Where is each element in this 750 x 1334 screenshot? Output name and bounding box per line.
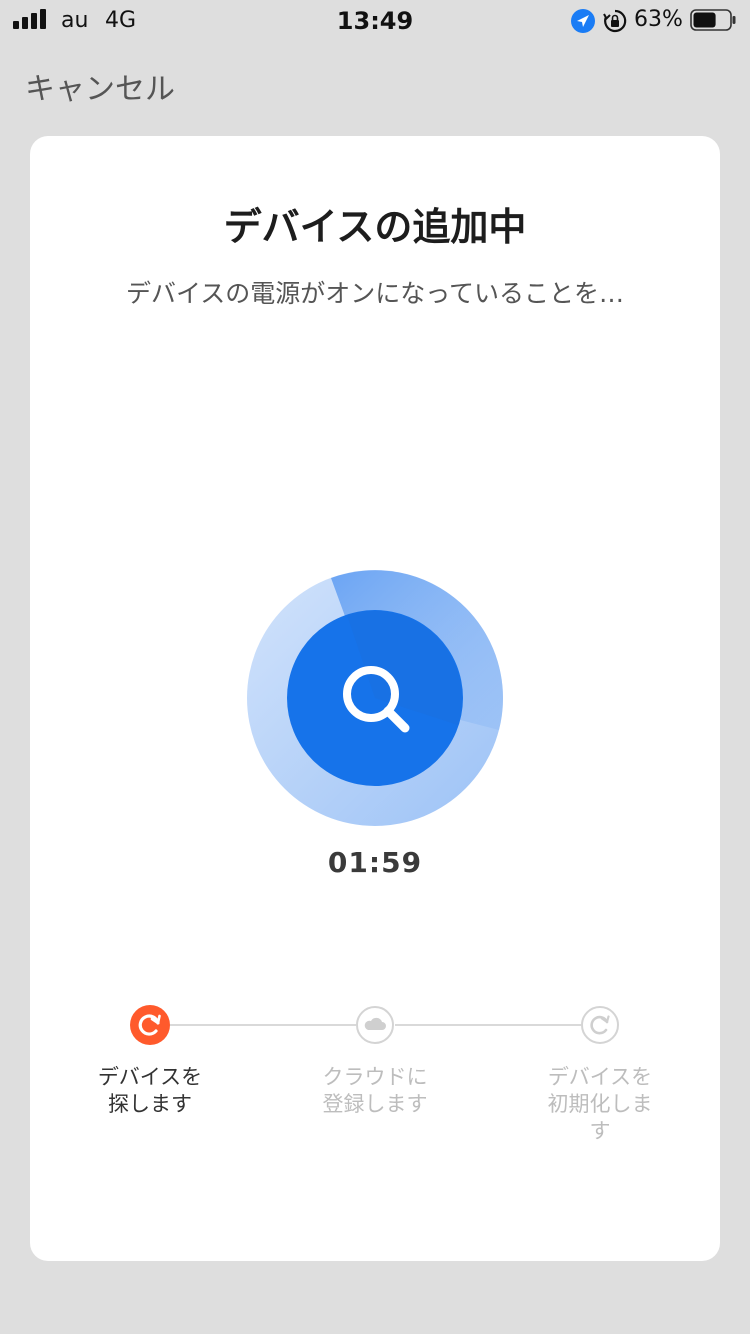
- status-bar: au 4G 13:49 63%: [0, 0, 750, 40]
- page-title: デバイスの追加中: [223, 205, 527, 249]
- cloud-icon: [356, 1006, 394, 1044]
- rotation-lock-icon: [603, 9, 627, 33]
- page-subtitle: デバイスの電源がオンになっていることを…: [125, 279, 624, 308]
- add-device-card: デバイスの追加中 デバイスの電源がオンになっていることを… 01:59 デバイス…: [30, 136, 720, 1261]
- countdown-timer: 01:59: [327, 846, 423, 879]
- progress-connector: [170, 1024, 356, 1026]
- location-arrow-icon: [571, 9, 595, 33]
- reset-icon: [581, 1006, 619, 1044]
- search-radar: [247, 570, 503, 826]
- step-label-reset: デバイスを 初期化しま す: [547, 1065, 653, 1143]
- step-label-search: デバイスを 探します: [97, 1065, 203, 1116]
- battery-icon: [690, 9, 736, 31]
- battery-percentage: 63%: [634, 7, 683, 32]
- cancel-button[interactable]: キャンセル: [25, 64, 175, 108]
- step-search-refresh-icon: [130, 1005, 170, 1045]
- progress-connector: [395, 1024, 581, 1026]
- step-label-cloud: クラウドに 登録します: [322, 1065, 428, 1116]
